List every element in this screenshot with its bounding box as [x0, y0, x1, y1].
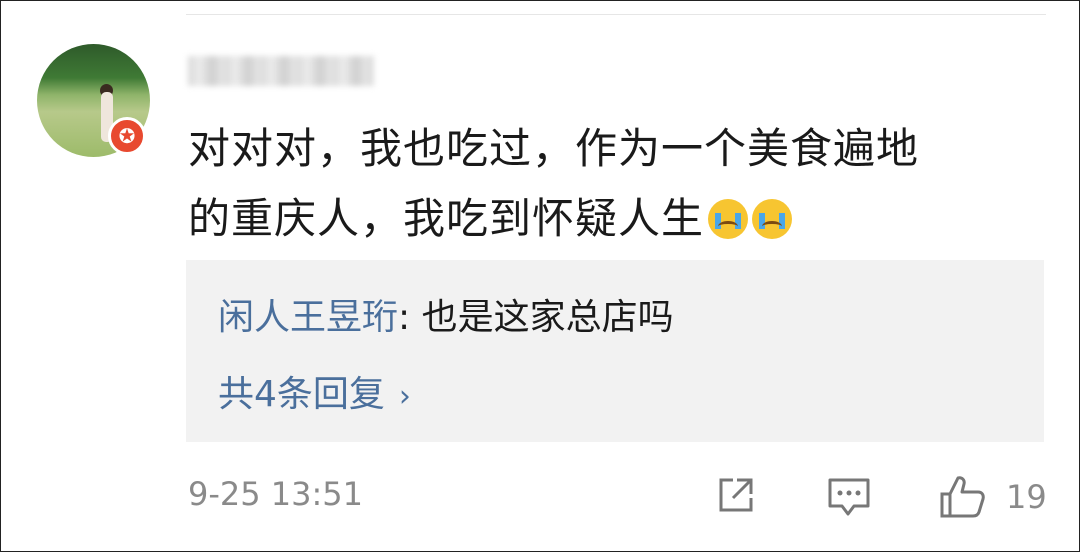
- reply-username[interactable]: 闲人王昱珩: [218, 297, 398, 338]
- comment-icon: [828, 478, 870, 516]
- crying-face-icon: [708, 199, 749, 239]
- comment-line-1: 对对对，我也吃过，作为一个美食遍地: [188, 124, 920, 173]
- like-count: 19: [1006, 478, 1047, 516]
- comment-line-2: 的重庆人，我吃到怀疑人生: [188, 184, 1018, 254]
- reply-preview-line: 闲人王昱珩: 也是这家总店吗: [218, 288, 674, 340]
- crying-face-icon: [752, 199, 793, 239]
- share-button[interactable]: [715, 474, 757, 518]
- reply-separator: :: [398, 297, 422, 338]
- verified-badge-icon: ✪: [108, 117, 146, 155]
- username-blurred[interactable]: [188, 56, 374, 86]
- timestamp: 9-25 13:51: [188, 475, 364, 513]
- view-replies-link[interactable]: 共4条回复 ›: [218, 365, 411, 417]
- thumbs-up-icon: [940, 476, 985, 518]
- share-icon: [719, 478, 753, 512]
- reply-preview-box[interactable]: 闲人王昱珩: 也是这家总店吗 共4条回复 ›: [186, 260, 1044, 442]
- chevron-right-icon: ›: [398, 379, 411, 414]
- divider: [186, 14, 1046, 15]
- view-replies-label: 共4条回复: [218, 374, 385, 415]
- reply-text: 也是这家总店吗: [421, 297, 674, 338]
- comment-text: 对对对，我也吃过，作为一个美食遍地 的重庆人，我吃到怀疑人生: [188, 114, 1018, 254]
- comment-line-2-text: 的重庆人，我吃到怀疑人生: [188, 194, 705, 243]
- comment-button[interactable]: [826, 474, 872, 518]
- like-button[interactable]: 19: [938, 474, 1048, 518]
